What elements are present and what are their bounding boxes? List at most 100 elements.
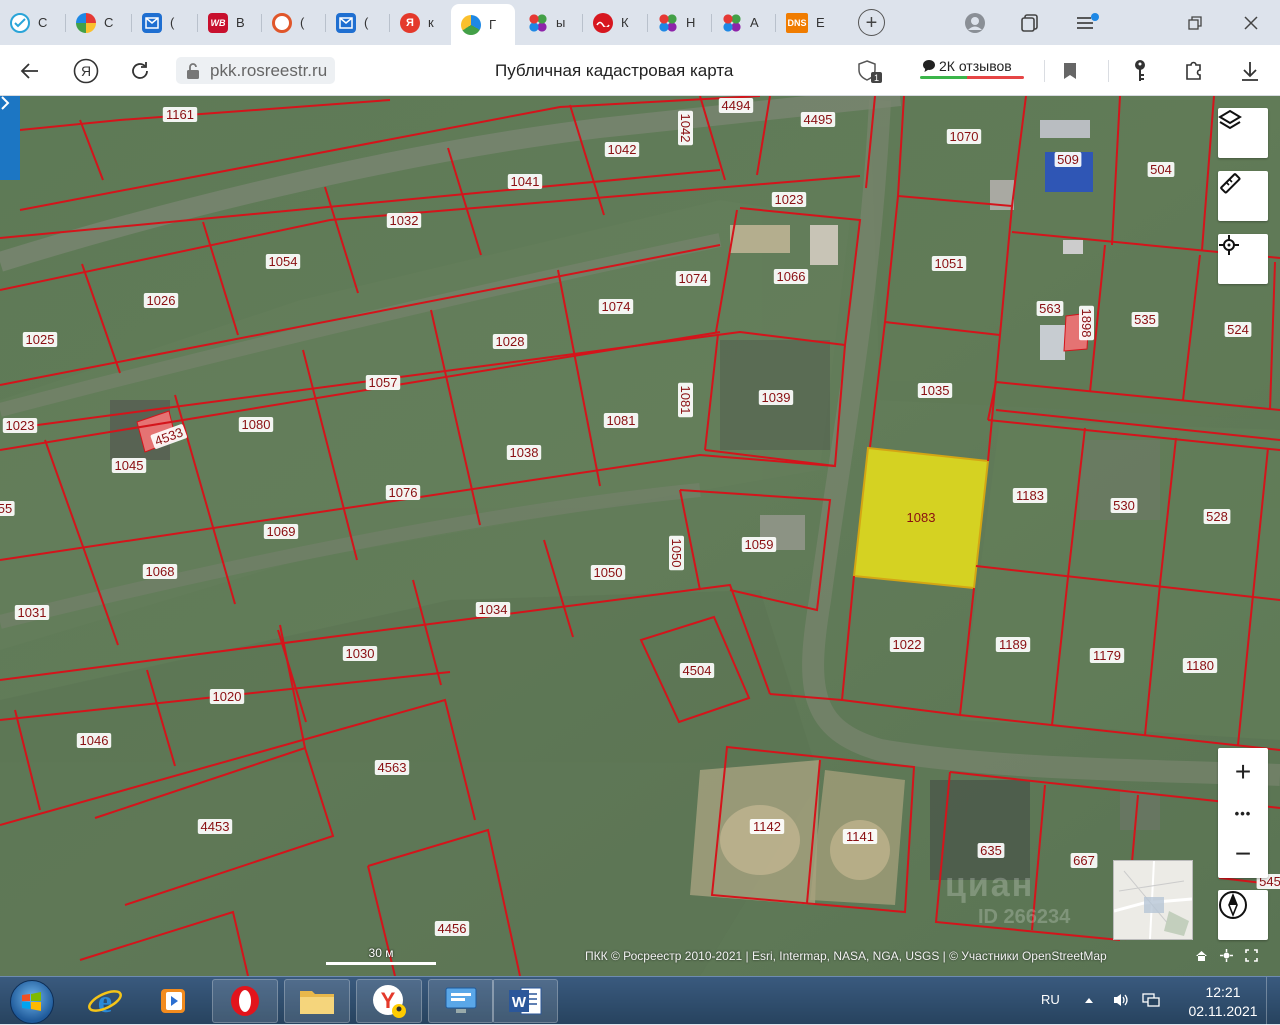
browser-tab[interactable]: WB В <box>198 6 258 39</box>
plot-label[interactable]: 1031 <box>14 605 50 620</box>
taskbar-opera[interactable] <box>212 979 278 1023</box>
plot-label[interactable]: 1069 <box>263 524 299 539</box>
plot-label[interactable]: 1066 <box>773 269 809 284</box>
plot-label[interactable]: 1083 <box>904 510 938 525</box>
plot-label[interactable]: 1074 <box>675 271 711 286</box>
taskbar-ie[interactable]: e <box>72 979 138 1023</box>
browser-tab[interactable]: Як <box>390 6 450 39</box>
browser-tab[interactable]: ( <box>262 6 322 39</box>
browser-tab[interactable]: Г <box>451 4 515 45</box>
language-indicator[interactable]: RU <box>1041 992 1060 1007</box>
plot-label[interactable]: 4456 <box>434 921 470 936</box>
home-icon[interactable] <box>1195 949 1211 965</box>
taskbar-remote-desktop[interactable] <box>428 979 494 1023</box>
taskbar-word[interactable]: W <box>492 979 558 1023</box>
plot-label[interactable]: 1042 <box>678 110 693 146</box>
plot-label[interactable]: 4453 <box>197 819 233 834</box>
plot-label[interactable]: 1045 <box>111 458 147 473</box>
plot-label[interactable]: 1180 <box>1182 658 1218 673</box>
browser-tab[interactable]: К <box>583 6 643 39</box>
crosshair-small-icon[interactable] <box>1220 949 1236 965</box>
browser-tab[interactable]: ( <box>326 6 386 39</box>
plot-label[interactable]: 1042 <box>604 142 640 157</box>
plot-label[interactable]: 528 <box>1203 509 1231 524</box>
collections-button[interactable] <box>1015 8 1045 38</box>
plot-label[interactable]: 1074 <box>598 299 634 314</box>
browser-tab[interactable]: Н <box>648 6 708 39</box>
plot-label[interactable]: 1038 <box>506 445 542 460</box>
close-window-button[interactable] <box>1236 8 1266 38</box>
more-tools-button[interactable]: ••• <box>1218 796 1268 830</box>
plot-label[interactable]: 524 <box>1224 322 1252 337</box>
browser-tab[interactable]: А <box>712 6 772 39</box>
new-tab-button[interactable]: + <box>858 9 885 36</box>
plot-label[interactable]: 4495 <box>800 112 836 127</box>
plot-label[interactable]: 1030 <box>342 646 378 661</box>
plot-label[interactable]: 635 <box>977 843 1005 858</box>
browser-tab[interactable]: С <box>0 6 60 39</box>
overview-minimap[interactable] <box>1113 860 1193 940</box>
zoom-out-button[interactable]: − <box>1218 830 1268 878</box>
plot-label[interactable]: 1032 <box>386 213 422 228</box>
plot-label[interactable]: 1054 <box>265 254 301 269</box>
volume-icon[interactable] <box>1112 991 1130 1009</box>
plot-label[interactable]: 1025 <box>22 332 58 347</box>
lock-icon[interactable] <box>182 60 204 82</box>
plot-label[interactable]: 1020 <box>209 689 245 704</box>
plot-label[interactable]: 530 <box>1110 498 1138 513</box>
start-button[interactable] <box>10 980 54 1024</box>
fullscreen-icon[interactable] <box>1245 949 1261 965</box>
taskbar-explorer[interactable] <box>284 979 350 1023</box>
locate-button[interactable] <box>1218 234 1268 284</box>
plot-label[interactable]: 563 <box>1036 301 1064 316</box>
plot-label[interactable]: 509 <box>1054 152 1082 167</box>
extensions-button[interactable] <box>1178 55 1210 87</box>
plot-label[interactable]: 1142 <box>749 819 785 834</box>
plot-label[interactable]: 4563 <box>374 760 410 775</box>
plot-label[interactable]: 535 <box>1131 312 1159 327</box>
map-canvas[interactable]: 1161 4494 4495 1070 509 504 1042 1042 1041 1023 10… <box>0 96 1280 976</box>
plot-label[interactable]: 1023 <box>771 192 807 207</box>
compass-button[interactable] <box>1218 890 1268 940</box>
zoom-in-button[interactable]: + <box>1218 748 1268 796</box>
plot-label[interactable]: 4504 <box>679 663 715 678</box>
downloads-button[interactable] <box>1234 55 1266 87</box>
plot-label[interactable]: 55 <box>0 501 15 516</box>
plot-label[interactable]: 1051 <box>931 256 967 271</box>
plot-label[interactable]: 1057 <box>365 375 401 390</box>
plot-label[interactable]: 667 <box>1070 853 1098 868</box>
plot-label[interactable]: 1189 <box>995 637 1031 652</box>
browser-tab[interactable]: ( <box>132 6 192 39</box>
plot-label[interactable]: 1035 <box>917 383 953 398</box>
profile-button[interactable] <box>960 8 990 38</box>
menu-button[interactable] <box>1072 8 1102 38</box>
plot-label[interactable]: 4494 <box>718 98 754 113</box>
plot-label[interactable]: 1183 <box>1012 488 1048 503</box>
tray-expand-icon[interactable] <box>1080 991 1098 1009</box>
plot-label[interactable]: 1076 <box>385 485 421 500</box>
bookmark-button[interactable] <box>1054 55 1086 87</box>
browser-tab[interactable]: DNS Е <box>776 6 836 39</box>
plot-label[interactable]: 1034 <box>475 602 511 617</box>
plot-label[interactable]: 1026 <box>143 293 179 308</box>
plot-label[interactable]: 1050 <box>590 565 626 580</box>
network-icon[interactable] <box>1142 991 1160 1009</box>
plot-label[interactable]: 1081 <box>603 413 639 428</box>
yandex-home-button[interactable]: Я <box>70 55 102 87</box>
plot-label[interactable]: 1080 <box>238 417 274 432</box>
plot-label[interactable]: 1141 <box>842 829 878 844</box>
plot-label[interactable]: 1041 <box>507 174 543 189</box>
reviews-button[interactable]: 2К отзывов <box>920 56 1026 82</box>
plot-label[interactable]: 1898 <box>1079 305 1094 341</box>
plot-label[interactable]: 1039 <box>758 390 794 405</box>
browser-tab[interactable]: ы <box>518 6 578 39</box>
plot-label[interactable]: 1161 <box>162 107 198 122</box>
show-desktop-button[interactable] <box>1266 977 1280 1025</box>
browser-tab[interactable]: С <box>66 6 126 39</box>
plot-label[interactable]: 1059 <box>741 537 777 552</box>
taskbar-media-player[interactable] <box>140 979 206 1023</box>
plot-label[interactable]: 1179 <box>1089 648 1125 663</box>
back-button[interactable] <box>14 55 46 87</box>
url-field[interactable]: pkk.rosreestr.ru <box>176 57 336 84</box>
plot-label[interactable]: 1070 <box>946 129 982 144</box>
